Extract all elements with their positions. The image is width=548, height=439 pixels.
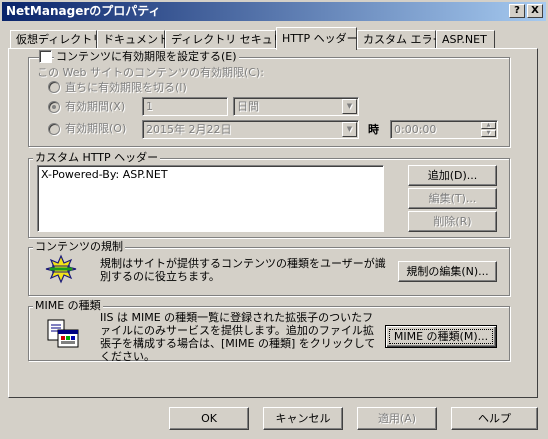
edit-header-button[interactable]: 編集(T)... [408,188,497,209]
delete-header-button[interactable]: 削除(R) [408,211,497,232]
enable-expiration-checkbox[interactable] [39,50,52,63]
add-header-button[interactable]: 追加(D)... [408,165,497,186]
window-title: NetManagerのプロパティ [6,4,161,18]
mime-legend: MIME の種類 [33,299,103,312]
expire-after-value[interactable]: 1 [142,97,228,116]
mime-description: IIS は MIME の種類一覧に登録された拡張子のついたファイルにのみサービス… [100,311,376,363]
spin-down-icon[interactable]: ▼ [481,130,496,137]
content-rating-description: 規制はサイトが提供するコンテンツの種類をユーザーが識別するのに役立ちます。 [100,257,386,283]
expire-after-radio[interactable] [48,101,60,113]
content-rating-icon [44,254,78,284]
list-item[interactable]: X-Powered-By: ASP.NET [41,168,380,182]
expire-time-value: 0:00:00 [394,123,437,136]
mime-icon [46,318,80,350]
expire-date-picker[interactable]: 2015年 2月22日 ▼ [142,120,359,139]
expire-on-label[interactable]: 有効期限(O) [65,122,126,135]
apply-button[interactable]: 適用(A) [357,407,437,430]
close-title-button[interactable]: X [527,4,543,18]
tab-virtual-directory[interactable]: 仮想ディレクトリ [10,30,103,49]
time-spinner[interactable]: ▲ ▼ [481,122,496,137]
help-button[interactable]: ヘルプ [451,407,538,430]
properties-dialog: NetManagerのプロパティ ? X 仮想ディレクトリ ドキュメント ディレ… [0,0,548,439]
mime-types-button[interactable]: MIME の種類(M)... [385,325,497,348]
expiration-subtitle: この Web サイトのコンテンツの有効期限(C): [37,66,264,79]
expire-date-value: 2015年 2月22日 [146,123,232,136]
calendar-dropdown-icon[interactable]: ▼ [342,122,357,137]
expire-after-unit-value: 日間 [237,100,259,113]
expire-time-field[interactable]: 0:00:00 ▲ ▼ [390,120,498,139]
tab-custom-errors[interactable]: カスタム エラー [357,30,444,49]
expire-immediately-radio[interactable] [48,81,60,93]
tab-http-headers[interactable]: HTTP ヘッダー [276,27,358,50]
cancel-button[interactable]: キャンセル [263,407,343,430]
tab-documents[interactable]: ドキュメント [97,30,169,49]
edit-ratings-button[interactable]: 規制の編集(N)... [398,261,497,282]
expire-after-label[interactable]: 有効期間(X) [65,100,125,113]
custom-headers-legend: カスタム HTTP ヘッダー [33,151,161,164]
expire-on-radio[interactable] [48,123,60,135]
help-title-button[interactable]: ? [509,4,525,18]
custom-headers-list[interactable]: X-Powered-By: ASP.NET [37,165,384,232]
content-rating-legend: コンテンツの規制 [33,240,125,253]
expire-immediately-label[interactable]: 直ちに有効期限を切る(I) [65,81,187,94]
enable-expiration-label[interactable]: コンテンツに有効期限を設定する(E) [54,50,239,63]
spin-up-icon[interactable]: ▲ [481,122,496,129]
tab-directory-security[interactable]: ディレクトリ セキュリティ [165,30,305,49]
ok-button[interactable]: OK [169,407,249,430]
expire-after-unit-select[interactable]: 日間 ▼ [233,97,359,116]
chevron-down-icon[interactable]: ▼ [342,99,357,114]
time-label: 時 [368,123,379,136]
title-bar[interactable]: NetManagerのプロパティ ? X [2,2,546,21]
tab-aspnet[interactable]: ASP.NET [436,30,495,49]
